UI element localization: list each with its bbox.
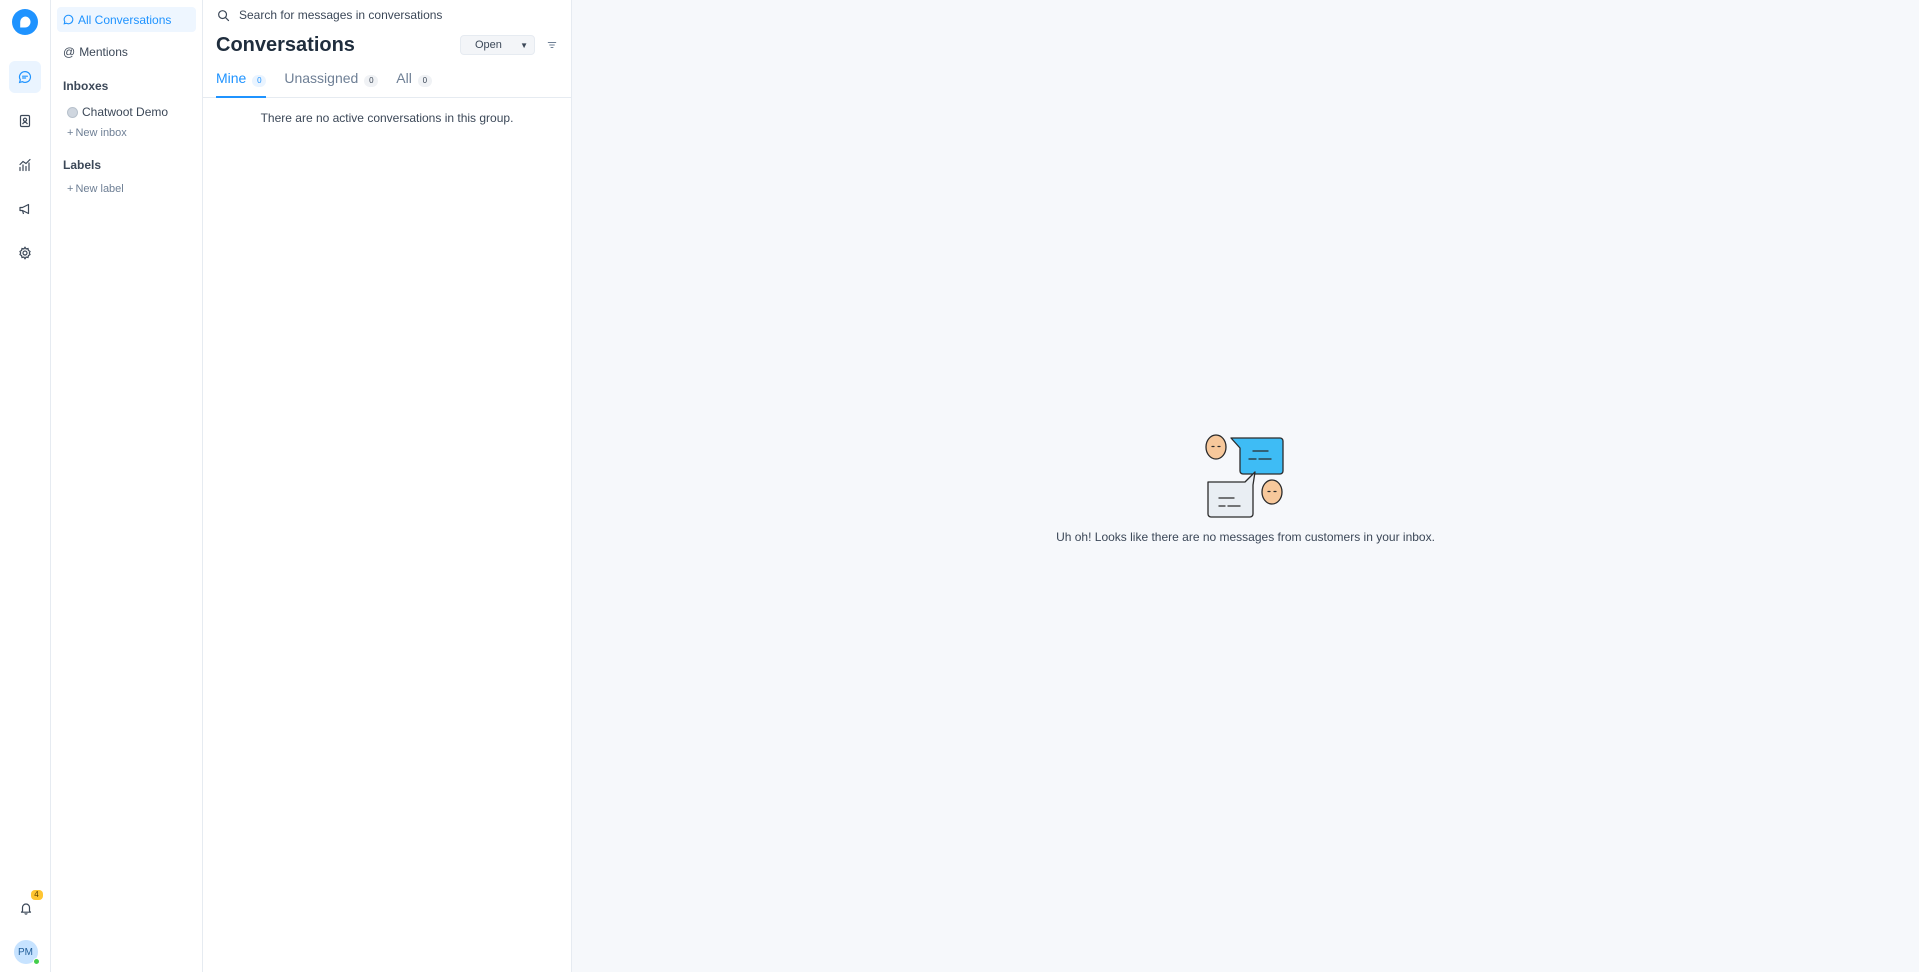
- empty-conversation-list-message: There are no active conversations in thi…: [260, 111, 514, 125]
- contacts-icon: [19, 114, 31, 128]
- reports-icon: [19, 158, 31, 172]
- rail-contacts-button[interactable]: [9, 105, 41, 137]
- rail-conversations-button[interactable]: [9, 61, 41, 93]
- primary-rail: 4 PM: [0, 0, 51, 972]
- labels-heading: Labels: [63, 158, 102, 172]
- tab-label: Mine: [216, 70, 247, 86]
- new-label-button[interactable]: + New label: [57, 180, 196, 198]
- conversation-list-header: Conversations Open ▼: [203, 32, 571, 58]
- search-input[interactable]: [239, 8, 539, 22]
- tab-count: 0: [252, 75, 267, 87]
- search-icon: [218, 9, 230, 21]
- sidebar-item-mentions[interactable]: @ Mentions: [57, 39, 196, 64]
- rail-bottom: 4 PM: [0, 890, 51, 965]
- conversation-list-panel: Conversations Open ▼ Mine 0 Unassigned 0: [203, 0, 572, 972]
- tab-label: Unassigned: [284, 70, 359, 86]
- rail-nav: [9, 61, 41, 269]
- logo-icon: [20, 16, 31, 28]
- chatwoot-logo[interactable]: [12, 9, 38, 35]
- page-title: Conversations: [216, 33, 355, 56]
- search-bar: [203, 0, 571, 24]
- notifications-button[interactable]: 4: [12, 890, 43, 922]
- user-avatar[interactable]: PM: [13, 940, 40, 965]
- tab-all[interactable]: All 0: [396, 64, 432, 98]
- new-inbox-button[interactable]: + New inbox: [57, 124, 196, 142]
- bell-icon: [20, 903, 31, 915]
- tab-label: All: [396, 70, 412, 86]
- new-label-label: New label: [75, 183, 124, 195]
- sidebar-item-inbox[interactable]: Chatwoot Demo: [57, 101, 196, 123]
- inboxes-heading: Inboxes: [63, 79, 109, 93]
- filter-button[interactable]: [545, 38, 559, 52]
- chat-illustration-icon: [1204, 434, 1284, 518]
- chevron-down-icon: ▼: [520, 40, 528, 50]
- notification-badge: 4: [30, 890, 43, 900]
- online-status-dot: [32, 958, 40, 965]
- empty-state: Uh oh! Looks like there are no messages …: [572, 434, 1919, 544]
- rail-settings-button[interactable]: [9, 237, 41, 269]
- plus-icon: +: [67, 183, 74, 195]
- status-filter-select[interactable]: Open ▼: [460, 35, 535, 55]
- sidebar-item-all-conversations[interactable]: All Conversations: [57, 7, 196, 32]
- inbox-channel-icon: [67, 106, 78, 118]
- sidebar-item-label: Chatwoot Demo: [82, 105, 169, 119]
- settings-icon: [19, 246, 31, 260]
- conversation-tabs: Mine 0 Unassigned 0 All 0: [203, 64, 571, 98]
- tab-mine[interactable]: Mine 0: [216, 64, 267, 98]
- new-inbox-label: New inbox: [75, 127, 127, 139]
- status-filter-value: Open: [475, 39, 502, 51]
- conversation-bubble-icon: [63, 14, 74, 25]
- sidebar-item-label: Mentions: [79, 44, 128, 59]
- tab-unassigned[interactable]: Unassigned 0: [284, 64, 379, 98]
- conversation-detail-area: Uh oh! Looks like there are no messages …: [572, 0, 1919, 972]
- conversations-icon: [18, 70, 32, 84]
- filter-icon: [547, 42, 557, 48]
- at-icon: @: [63, 44, 76, 59]
- plus-icon: +: [67, 127, 74, 139]
- sidebar-item-label: All Conversations: [78, 12, 172, 27]
- app-root: 4 PM All Conversations @ Mentions Inboxe…: [0, 0, 1919, 972]
- tab-count: 0: [417, 75, 432, 87]
- rail-reports-button[interactable]: [9, 149, 41, 181]
- avatar-initials: PM: [18, 946, 33, 958]
- secondary-sidebar: All Conversations @ Mentions Inboxes Cha…: [51, 0, 203, 972]
- tab-count: 0: [364, 75, 379, 87]
- campaigns-icon: [19, 203, 30, 215]
- empty-inbox-message: Uh oh! Looks like there are no messages …: [1056, 530, 1435, 544]
- rail-campaigns-button[interactable]: [9, 193, 41, 225]
